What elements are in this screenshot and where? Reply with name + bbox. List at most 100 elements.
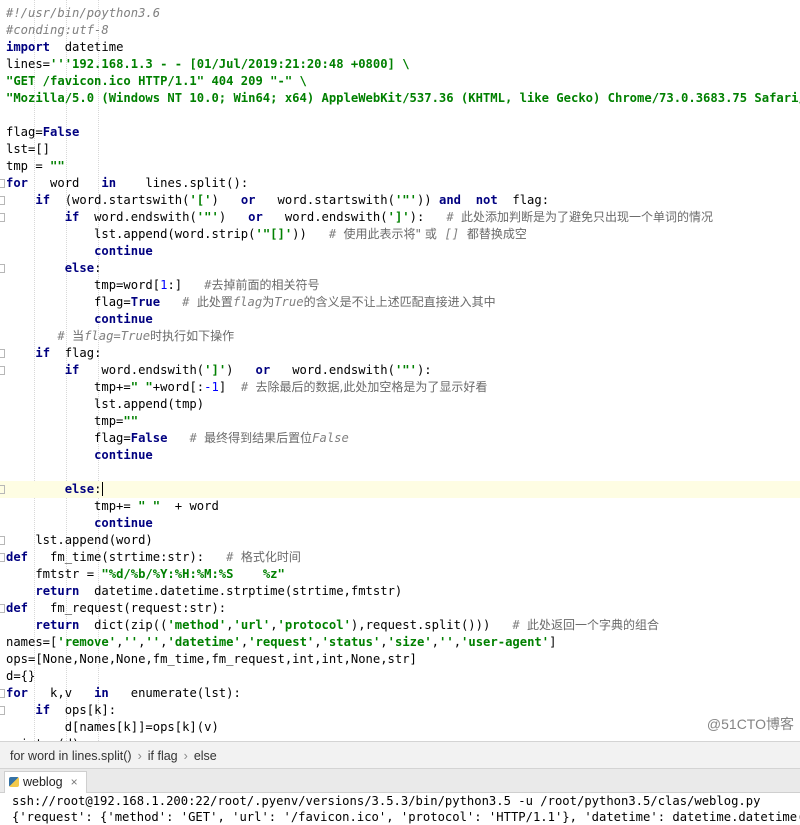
code-line[interactable]: continue <box>0 515 800 532</box>
code-token: 去掉前面的相关符号 <box>211 278 320 292</box>
code-token: , <box>380 635 388 649</box>
fold-marker-icon[interactable] <box>0 366 5 375</box>
code-text: ops=[None,None,None,fm_time,fm_request,i… <box>6 651 417 668</box>
code-token: lst=[] <box>6 142 51 156</box>
code-line[interactable]: flag=False # 最终得到结果后置位False <box>0 430 800 447</box>
code-token: # <box>240 380 256 394</box>
code-line[interactable]: d={} <box>0 668 800 685</box>
fold-marker-icon[interactable] <box>0 604 5 613</box>
code-text: def fm_request(request:str): <box>6 600 226 617</box>
code-text: continue <box>6 243 153 260</box>
code-line[interactable]: fmtstr = "%d/%b/%Y:%H:%M:%S %z" <box>0 566 800 583</box>
code-token: ] <box>549 635 557 649</box>
fold-marker-icon[interactable] <box>0 536 5 545</box>
run-tab-weblog[interactable]: weblog × <box>4 771 87 793</box>
code-token: lines.split(): <box>116 176 249 190</box>
breadcrumb-item[interactable]: if flag <box>148 749 178 763</box>
code-line[interactable]: return datetime.datetime.strptime(strtim… <box>0 583 800 600</box>
fold-marker-icon[interactable] <box>0 264 5 273</box>
fold-marker-icon[interactable] <box>0 196 5 205</box>
code-token: 'url' <box>233 618 271 632</box>
code-line[interactable]: tmp+=" "+word[:-1] # 去除最后的数据,此处加空格是为了显示好… <box>0 379 800 396</box>
code-token: 去除最后的数据,此处加空格是为了显示好看 <box>255 380 488 394</box>
code-line[interactable]: if flag: <box>0 345 800 362</box>
code-token: "GET /favicon.ico HTTP/1.1" 404 209 "-" … <box>6 74 307 88</box>
code-token: flag= <box>6 295 131 309</box>
code-token: ): <box>409 210 447 224</box>
code-text: tmp=word[1:] #去掉前面的相关符号 <box>6 277 319 294</box>
code-line[interactable]: def fm_request(request:str): <box>0 600 800 617</box>
code-line[interactable]: lst.append(word.strip('"[]')) # 使用此表示将" … <box>0 226 800 243</box>
code-line[interactable]: # 当flag=True时执行如下操作 <box>0 328 800 345</box>
fold-marker-icon[interactable] <box>0 553 5 562</box>
code-line[interactable]: #conding:utf-8 <box>0 22 800 39</box>
code-editor[interactable]: #!/usr/bin/poython3.6 #conding:utf-8 impor… <box>0 0 800 741</box>
code-line[interactable]: def fm_time(strtime:str): # 格式化时间 <box>0 549 800 566</box>
fold-marker-icon[interactable] <box>0 689 5 698</box>
fold-marker-icon[interactable] <box>0 349 5 358</box>
code-line[interactable]: tmp="" <box>0 413 800 430</box>
code-line[interactable]: if (word.startswith('[') or word.startsw… <box>0 192 800 209</box>
code-token: lst.append(word.strip( <box>6 227 256 241</box>
code-line[interactable]: if ops[k]: <box>0 702 800 719</box>
current-code-line[interactable]: else:​ <box>0 481 800 498</box>
code-line[interactable]: continue <box>0 447 800 464</box>
close-icon[interactable]: × <box>71 775 78 789</box>
code-line[interactable]: if word.endswith('"') or word.endswith('… <box>0 209 800 226</box>
code-line[interactable]: tmp=word[1:] #去掉前面的相关符号 <box>0 277 800 294</box>
code-line[interactable]: tmp+= " " + word <box>0 498 800 515</box>
code-token: 'remove' <box>57 635 117 649</box>
code-token: if <box>35 703 51 717</box>
code-line[interactable]: ops=[None,None,None,fm_time,fm_request,i… <box>0 651 800 668</box>
code-line[interactable]: return dict(zip(('method','url','protoco… <box>0 617 800 634</box>
code-line[interactable] <box>0 107 800 124</box>
code-text: # 当flag=True时执行如下操作 <box>6 328 234 345</box>
code-line[interactable]: import datetime <box>0 39 800 56</box>
fold-marker-icon[interactable] <box>0 706 5 715</box>
code-token: 时执行如下操作 <box>150 329 235 343</box>
code-line[interactable]: names=['remove','','','datetime','reques… <box>0 634 800 651</box>
code-token: + word <box>160 499 219 513</box>
fold-marker-icon[interactable] <box>0 213 5 222</box>
code-token: 'protocol' <box>277 618 351 632</box>
code-line[interactable]: "Mozilla/5.0 (Windows NT 10.0; Win64; x6… <box>0 90 800 107</box>
code-line[interactable]: continue <box>0 243 800 260</box>
breadcrumb-item[interactable]: for word in lines.split() <box>10 749 132 763</box>
code-text: lst=[] <box>6 141 50 158</box>
code-text: "GET /favicon.ico HTTP/1.1" 404 209 "-" … <box>6 73 307 90</box>
code-token: "Mozilla/5.0 (Windows NT 10.0; Win64; x6… <box>6 91 800 105</box>
code-line[interactable]: for k,v in enumerate(lst): <box>0 685 800 702</box>
code-line[interactable]: lst.append(tmp) <box>0 396 800 413</box>
code-line[interactable] <box>0 464 800 481</box>
code-text: continue <box>6 447 153 464</box>
code-line[interactable]: continue <box>0 311 800 328</box>
code-line[interactable]: d[names[k]]=ops[k](v) <box>0 719 800 736</box>
fold-marker-icon[interactable] <box>0 485 5 494</box>
code-token: 此处置 <box>196 295 233 309</box>
code-line[interactable]: flag=False <box>0 124 800 141</box>
code-token: in <box>101 176 117 190</box>
code-line[interactable]: flag=True # 此处置flag为True的含义是不让上述匹配直接进入其中 <box>0 294 800 311</box>
breadcrumb-item[interactable]: else <box>194 749 217 763</box>
code-line[interactable]: #!/usr/bin/poython3.6 <box>0 5 800 22</box>
code-line[interactable]: lst.append(word) <box>0 532 800 549</box>
code-line[interactable]: lst=[] <box>0 141 800 158</box>
code-line[interactable]: if word.endswith(']') or word.endswith('… <box>0 362 800 379</box>
code-line[interactable]: "GET /favicon.ico HTTP/1.1" 404 209 "-" … <box>0 73 800 90</box>
code-token: #!/usr/bin/poython3.6 <box>6 6 161 20</box>
code-token: # <box>512 618 528 632</box>
fold-marker-icon[interactable] <box>0 179 5 188</box>
code-text: names=['remove','','','datetime','reques… <box>6 634 556 651</box>
code-token: # <box>226 550 241 564</box>
code-line[interactable]: for word in lines.split(): <box>0 175 800 192</box>
code-token: 'method' <box>167 618 227 632</box>
code-line[interactable]: lines='''192.168.1.3 - - [01/Jul/2019:21… <box>0 56 800 73</box>
code-token: fmtstr = <box>6 567 102 581</box>
code-line[interactable]: else: <box>0 260 800 277</box>
run-console[interactable]: ssh://root@192.168.1.200:22/root/.pyenv/… <box>0 793 800 825</box>
code-token: or <box>255 363 271 377</box>
code-line[interactable]: tmp = "" <box>0 158 800 175</box>
